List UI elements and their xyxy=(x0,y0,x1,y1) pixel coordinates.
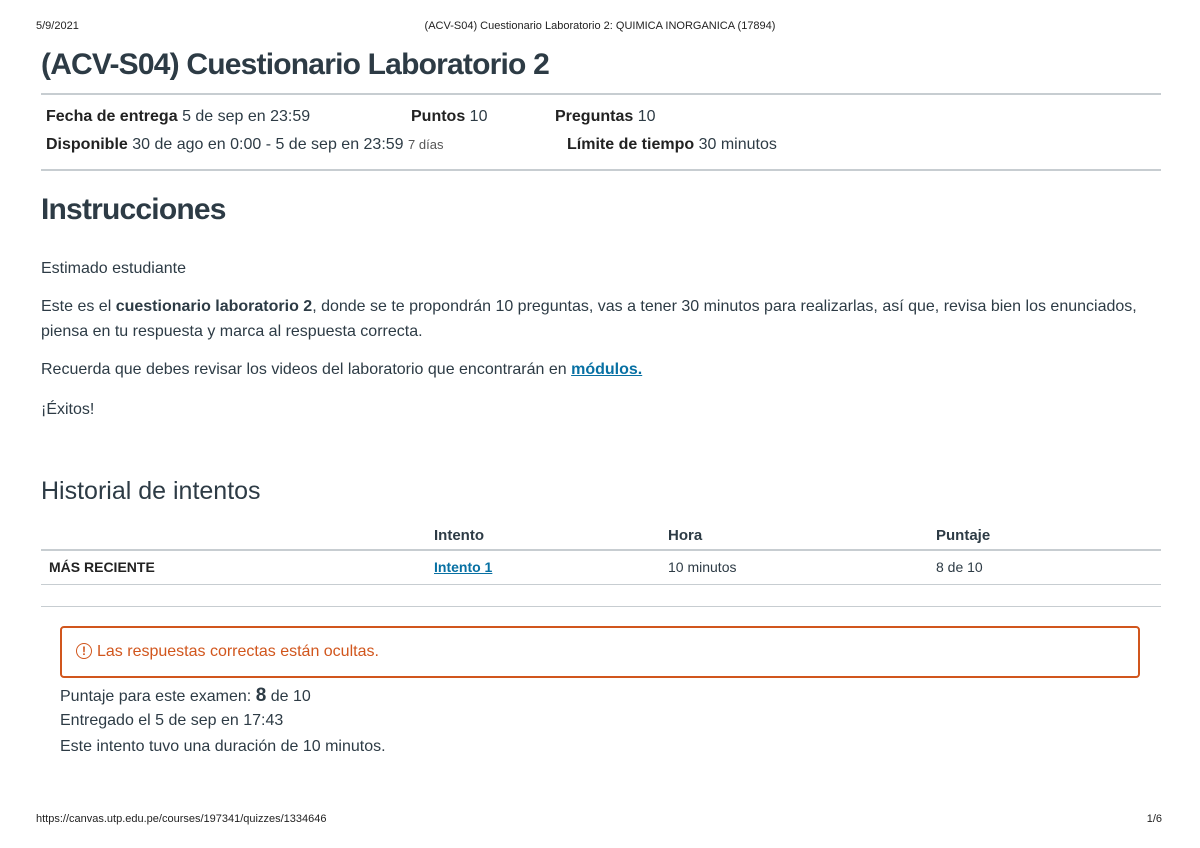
due-date: Fecha de entrega 5 de sep en 23:59 xyxy=(46,108,310,126)
instructions-closing: ¡Éxitos! xyxy=(41,401,95,418)
modules-reminder: Recuerda que debes revisar los videos de… xyxy=(41,357,1151,382)
questions-label: Preguntas xyxy=(555,108,634,125)
print-page-number: 1/6 xyxy=(1146,813,1162,825)
attempt-link[interactable]: Intento 1 xyxy=(434,559,492,575)
instructions-heading: Instrucciones xyxy=(41,193,226,226)
due-value: 5 de sep en 23:59 xyxy=(182,108,311,125)
points-label: Puntos xyxy=(411,108,466,125)
questions-value: 10 xyxy=(637,108,656,125)
attempt-cell: Intento 1 xyxy=(434,559,492,575)
time-limit-value: 30 minutos xyxy=(698,136,777,153)
submitted-date: Entregado el 5 de sep en 17:43 xyxy=(60,712,284,729)
instructions-paragraph: Este es el cuestionario laboratorio 2, d… xyxy=(41,294,1151,344)
time-limit-label: Límite de tiempo xyxy=(567,136,695,153)
history-heading: Historial de intentos xyxy=(41,477,261,505)
score-value: 8 xyxy=(255,685,267,706)
p1-bold: cuestionario laboratorio 2 xyxy=(115,298,313,315)
availability: Disponible 30 de ago en 0:00 - 5 de sep … xyxy=(46,136,443,154)
section-divider xyxy=(41,606,1161,607)
score-post: de 10 xyxy=(266,688,311,705)
attempt-duration: Este intento tuvo una duración de 10 min… xyxy=(60,738,386,755)
score-pre: Puntaje para este examen: xyxy=(60,688,256,705)
instructions-greeting: Estimado estudiante xyxy=(41,260,186,277)
modules-link[interactable]: módulos. xyxy=(571,361,642,378)
warning-icon: ! xyxy=(76,643,92,659)
col-header-attempt: Intento xyxy=(434,527,484,544)
table-row-divider xyxy=(41,584,1161,585)
available-days: 7 días xyxy=(408,137,444,152)
col-header-time: Hora xyxy=(668,527,703,544)
col-header-score: Puntaje xyxy=(936,527,991,544)
time-limit: Límite de tiempo 30 minutos xyxy=(567,136,777,154)
available-value: 30 de ago en 0:00 - 5 de sep en 23:59 xyxy=(132,136,404,153)
divider xyxy=(41,169,1161,171)
time-cell: 10 minutos xyxy=(668,559,737,575)
print-header-title: (ACV-S04) Cuestionario Laboratorio 2: QU… xyxy=(424,20,776,32)
points: Puntos 10 xyxy=(411,108,487,126)
available-label: Disponible xyxy=(46,136,128,153)
table-header-divider xyxy=(41,549,1161,551)
print-footer-url: https://canvas.utp.edu.pe/courses/197341… xyxy=(36,813,327,825)
score-cell: 8 de 10 xyxy=(936,559,983,575)
points-value: 10 xyxy=(469,108,488,125)
due-label: Fecha de entrega xyxy=(46,108,178,125)
quiz-title: (ACV-S04) Cuestionario Laboratorio 2 xyxy=(41,48,550,81)
questions: Preguntas 10 xyxy=(555,108,656,126)
row-label: MÁS RECIENTE xyxy=(49,559,155,575)
divider xyxy=(41,93,1161,95)
exam-score: Puntaje para este examen: 8 de 10 xyxy=(60,685,311,707)
alert-text: Las respuestas correctas están ocultas. xyxy=(97,643,379,660)
p2-pre: Recuerda que debes revisar los videos de… xyxy=(41,361,572,378)
p1-pre: Este es el xyxy=(41,298,116,315)
hidden-answers-alert: ! Las respuestas correctas están ocultas… xyxy=(60,626,1140,678)
